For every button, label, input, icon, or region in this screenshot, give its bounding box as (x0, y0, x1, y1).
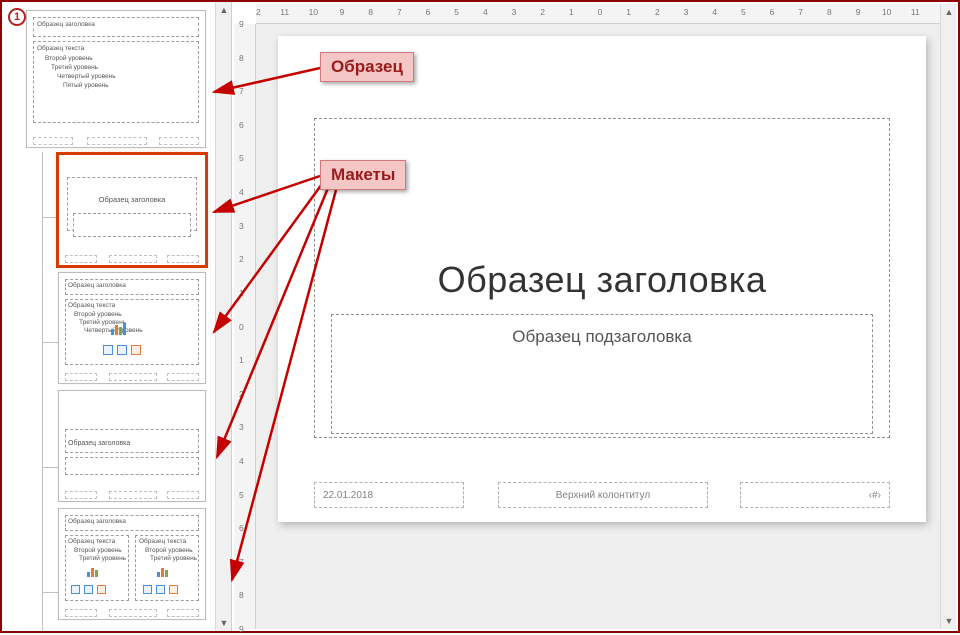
footer-number-text: ‹#› (869, 490, 881, 501)
scroll-down-icon[interactable]: ▼ (216, 615, 232, 631)
footer-date-text: 22.01.2018 (323, 490, 373, 501)
footer-center-text: Верхний колонтитул (556, 490, 651, 501)
slide-editor-area: Образец заголовка Образец подзаголовка 2… (256, 24, 940, 629)
layout-thumbnail-content[interactable]: Образец заголовка Образец текста Второй … (58, 272, 206, 384)
footer-date-placeholder[interactable]: 22.01.2018 (314, 482, 464, 508)
master-slide-thumbnail[interactable]: Образец заголовка Образец текста Второй … (26, 10, 206, 148)
scroll-up-icon[interactable]: ▲ (216, 2, 232, 18)
layout-thumbnail-two-content[interactable]: Образец заголовка Образец текста Второй … (58, 508, 206, 620)
scroll-up-icon[interactable]: ▲ (941, 4, 957, 20)
thumbnail-scrollbar[interactable]: ▲ ▼ (215, 2, 231, 631)
footer-center-placeholder[interactable]: Верхний колонтитул (498, 482, 708, 508)
slide-master-thumbnail-panel: ▲ ▼ Образец заголовка Образец текста Вто… (2, 2, 232, 631)
vertical-ruler[interactable]: 9876543210123456789 (234, 24, 256, 629)
editor-scrollbar[interactable]: ▲ ▼ (940, 4, 956, 629)
master-title-label: Образец заголовка (37, 21, 95, 29)
annotation-label-layouts: Макеты (320, 160, 406, 190)
subtitle-placeholder-text: Образец подзаголовка (332, 327, 872, 347)
layout-thumbnail-section[interactable]: Образец заголовка (58, 390, 206, 502)
horizontal-ruler[interactable]: 1211109876543210123456789101112 (256, 4, 940, 24)
master-body-label: Образец текста (37, 45, 84, 53)
slide-canvas[interactable]: Образец заголовка Образец подзаголовка 2… (278, 36, 926, 522)
layout-thumbnail-title[interactable]: Образец заголовка (58, 154, 206, 266)
annotation-circle-1: 1 (8, 8, 26, 26)
footer-number-placeholder[interactable]: ‹#› (740, 482, 890, 508)
annotation-label-master: Образец (320, 52, 414, 82)
subtitle-placeholder[interactable]: Образец подзаголовка (331, 314, 873, 434)
title-placeholder-text: Образец заголовка (315, 259, 889, 301)
layout-title-label: Образец заголовка (59, 195, 205, 205)
scroll-down-icon[interactable]: ▼ (941, 613, 957, 629)
